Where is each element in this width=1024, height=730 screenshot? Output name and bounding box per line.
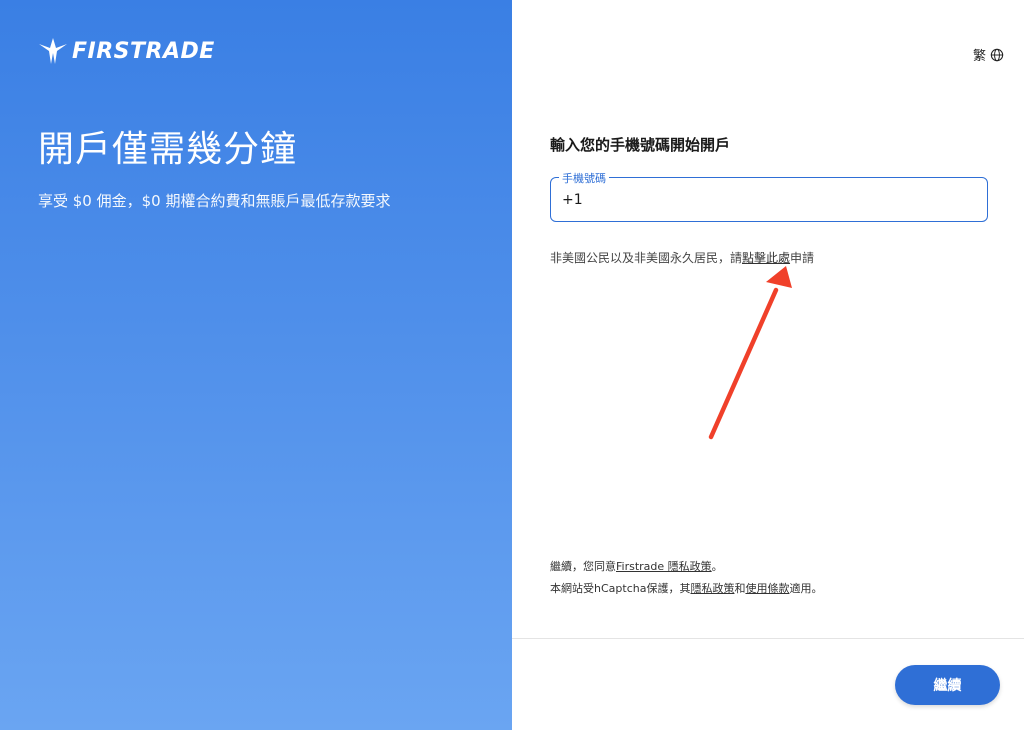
consent-suffix: 。 (711, 560, 723, 573)
phone-field-label: 手機號碼 (559, 170, 609, 186)
hcaptcha-privacy-link[interactable]: 隱私政策 (690, 582, 734, 595)
hero-title: 開戶僅需幾分鐘 (38, 129, 298, 170)
brand-logo[interactable]: FIRSTRADE (38, 36, 215, 66)
hcaptcha-mid: 和 (734, 582, 746, 595)
consent-prefix: 繼續，您同意 (550, 560, 616, 573)
hcaptcha-prefix: 本網站受hCaptcha保護，其 (550, 582, 691, 595)
continue-button[interactable]: 繼續 (895, 665, 1000, 705)
privacy-consent: 繼續，您同意Firstrade 隱私政策。 (550, 558, 723, 574)
hcaptcha-notice: 本網站受hCaptcha保護，其隱私政策和使用條款適用。 (550, 580, 822, 596)
firstrade-logo-icon (39, 38, 67, 64)
brand-name: FIRSTRADE (72, 38, 215, 64)
phone-field[interactable]: 手機號碼 (550, 170, 988, 222)
annotation-arrow-icon (708, 266, 792, 440)
hero-subtitle: 享受 $0 佣金，$0 期權合約費和無賬戶最低存款要求 (38, 192, 391, 210)
hcaptcha-suffix: 適用。 (789, 582, 823, 595)
hcaptcha-terms-link[interactable]: 使用條款 (745, 582, 789, 595)
language-label: 繁 (972, 49, 986, 64)
phone-input[interactable] (562, 188, 962, 212)
globe-icon (990, 48, 1004, 61)
language-selector[interactable]: 繁 (973, 45, 1004, 64)
hero-panel: FIRSTRADE 開戶僅需幾分鐘 享受 $0 佣金，$0 期權合約費和無賬戶最… (0, 0, 512, 730)
firstrade-privacy-link[interactable]: Firstrade 隱私政策 (616, 560, 712, 573)
footer-divider (512, 638, 1024, 639)
form-title: 輸入您的手機號碼開始開戶 (550, 136, 731, 154)
